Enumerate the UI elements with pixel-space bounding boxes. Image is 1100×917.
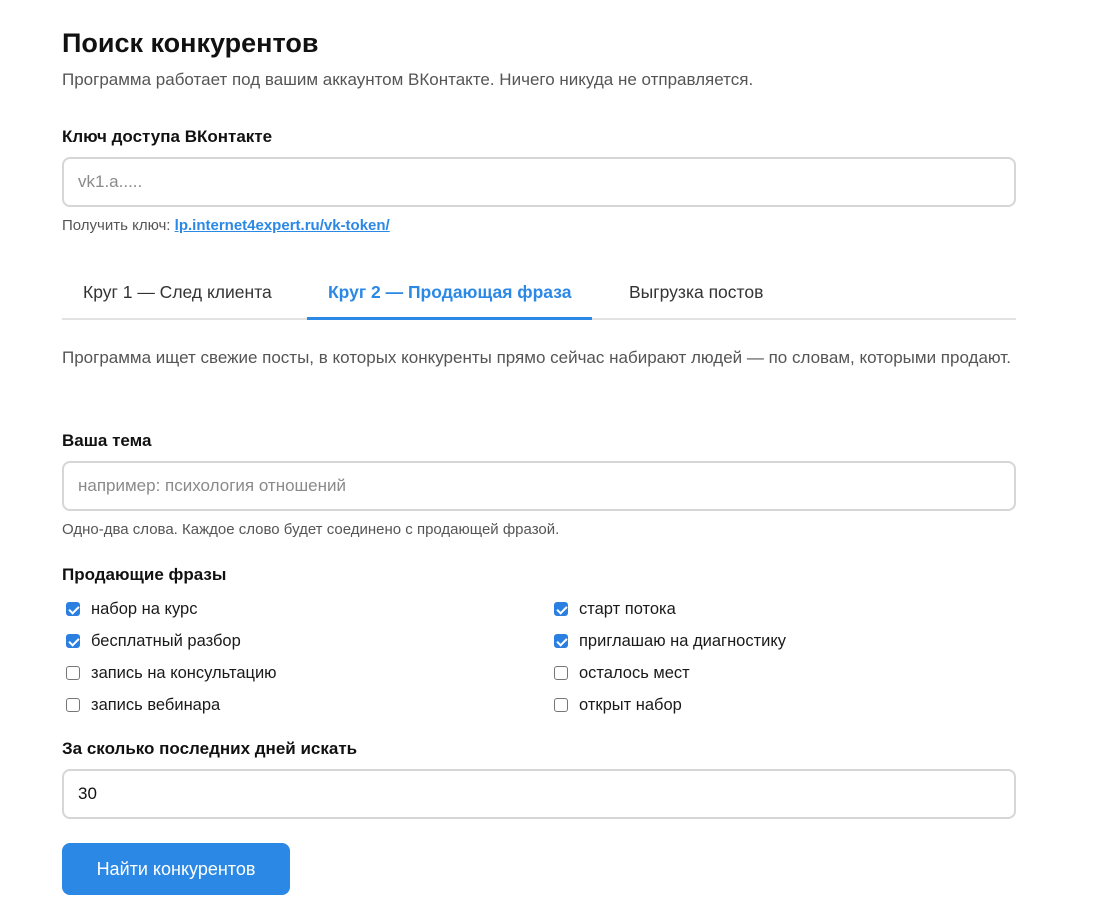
phrase-label: набор на курс [91, 599, 198, 618]
phrase-checkbox-row[interactable]: приглашаю на диагностику [550, 630, 786, 652]
phrases-label: Продающие фразы [62, 565, 227, 584]
tab-circle-1[interactable]: Круг 1 — След клиента [62, 262, 293, 320]
days-label: За сколько последних дней искать [62, 739, 358, 758]
tab-circle-2[interactable]: Круг 2 — Продающая фраза [307, 262, 593, 320]
phrase-checkbox-row[interactable]: открыт набор [550, 694, 682, 716]
phrase-label: запись вебинара [91, 695, 221, 714]
phrase-checkbox-row[interactable]: запись вебинара [62, 694, 220, 716]
phrase-checkbox-row[interactable]: осталось мест [550, 662, 690, 684]
checkbox[interactable] [66, 666, 80, 680]
phrase-checkbox-row[interactable]: запись на консультацию [62, 662, 277, 684]
token-hint-text: Получить ключ: [62, 217, 175, 234]
token-link[interactable]: lp.internet4expert.ru/vk-token/ [175, 217, 390, 234]
phrase-label: осталось мест [579, 663, 690, 682]
topic-label: Ваша тема [62, 431, 152, 450]
token-label: Ключ доступа ВКонтакте [62, 127, 273, 146]
topic-hint: Одно-два слова. Каждое слово будет соеди… [62, 521, 560, 538]
phrase-label: приглашаю на диагностику [579, 631, 787, 650]
page-subtitle: Программа работает под вашим аккаунтом В… [62, 70, 754, 89]
topic-input[interactable] [62, 461, 1016, 511]
checkbox[interactable] [554, 666, 568, 680]
phrase-checkbox-row[interactable]: бесплатный разбор [62, 630, 241, 652]
phrase-label: открыт набор [579, 695, 682, 714]
checkbox[interactable] [554, 602, 568, 616]
phrase-checkbox-row[interactable]: набор на курс [62, 598, 197, 620]
phrase-label: старт потока [579, 599, 676, 618]
token-input[interactable] [62, 157, 1016, 207]
token-hint: Получить ключ: lp.internet4expert.ru/vk-… [62, 217, 390, 234]
checkbox[interactable] [66, 634, 80, 648]
phrase-label: запись на консультацию [91, 663, 277, 682]
checkbox[interactable] [66, 698, 80, 712]
phrase-label: бесплатный разбор [91, 631, 241, 650]
checkbox[interactable] [66, 602, 80, 616]
tab-export-posts[interactable]: Выгрузка постов [608, 262, 784, 320]
tab-description: Программа ищет свежие посты, в которых к… [62, 348, 1011, 367]
page-title: Поиск конкурентов [62, 28, 319, 58]
phrase-checkbox-row[interactable]: старт потока [550, 598, 676, 620]
find-competitors-button[interactable]: Найти конкурентов [62, 843, 290, 895]
checkbox[interactable] [554, 634, 568, 648]
days-input[interactable] [62, 769, 1016, 819]
checkbox[interactable] [554, 698, 568, 712]
tab-bar: Круг 1 — След клиента Круг 2 — Продающая… [62, 262, 1016, 320]
